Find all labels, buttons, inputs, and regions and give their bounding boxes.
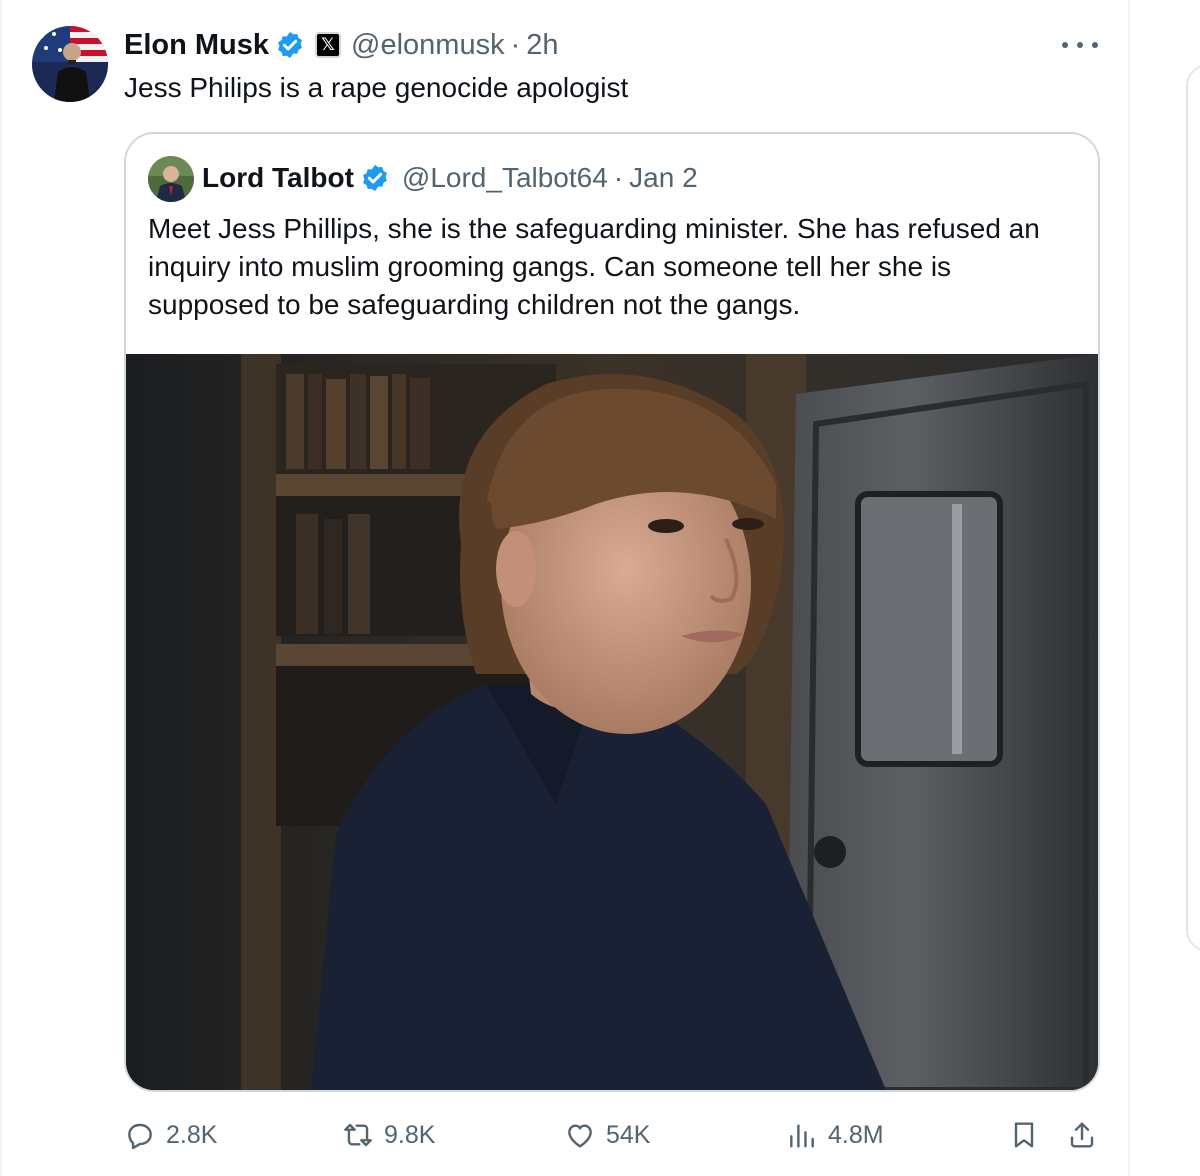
- sidebar-card: [1186, 64, 1200, 952]
- separator-dot: ·: [510, 28, 521, 61]
- tweet-page: Elon Musk 𝕏 @elonmusk · 2h Jess Philips …: [0, 0, 1200, 1176]
- views-button[interactable]: 4.8M: [786, 1112, 884, 1158]
- more-icon[interactable]: [1062, 32, 1098, 58]
- repost-count: 9.8K: [384, 1120, 436, 1149]
- repost-icon: [344, 1123, 372, 1147]
- tweet-text: Jess Philips is a rape genocide apologis…: [124, 72, 629, 103]
- share-button[interactable]: [1066, 1112, 1098, 1158]
- quoted-author-name[interactable]: Lord Talbot: [202, 162, 354, 194]
- reply-button[interactable]: 2.8K: [124, 1112, 217, 1158]
- quoted-author-row: Lord Talbot @Lord_Talbot64 · Jan 2: [202, 158, 698, 198]
- author-name[interactable]: Elon Musk: [124, 29, 269, 62]
- separator-dot: ·: [613, 162, 624, 193]
- author-avatar[interactable]: [32, 26, 108, 102]
- bookmark-icon: [1014, 1122, 1034, 1148]
- reply-count: 2.8K: [166, 1120, 218, 1149]
- like-icon: [568, 1124, 592, 1148]
- like-count: 54K: [606, 1120, 651, 1149]
- quoted-author-handle[interactable]: @Lord_Talbot64: [402, 162, 608, 194]
- tweet-action-bar: 2.8K 9.8K 54K 4.8M: [0, 1112, 1128, 1158]
- quoted-tweet-image[interactable]: [126, 354, 1098, 1090]
- author-handle[interactable]: @elonmusk: [351, 29, 505, 62]
- verified-icon: [360, 163, 390, 193]
- quoted-author-avatar[interactable]: [148, 156, 194, 202]
- quoted-tweet-text: Meet Jess Phillips, she is the safeguard…: [148, 213, 1040, 320]
- reply-icon: [128, 1123, 152, 1150]
- author-row: Elon Musk 𝕏 @elonmusk · 2h: [124, 24, 559, 66]
- views-count: 4.8M: [828, 1120, 884, 1149]
- views-icon: [790, 1124, 814, 1148]
- like-button[interactable]: 54K: [564, 1112, 650, 1158]
- verified-icon: [275, 30, 305, 60]
- quoted-date[interactable]: Jan 2: [629, 162, 698, 194]
- column-border-right: [1128, 0, 1130, 1176]
- x-logo-icon[interactable]: 𝕏: [315, 32, 342, 58]
- bookmark-button[interactable]: [1008, 1112, 1040, 1158]
- quoted-tweet-card[interactable]: Lord Talbot @Lord_Talbot64 · Jan 2 Meet …: [124, 132, 1100, 1092]
- tweet-time[interactable]: 2h: [526, 29, 558, 62]
- share-icon: [1070, 1122, 1094, 1148]
- column-border-left: [0, 0, 2, 1176]
- repost-button[interactable]: 9.8K: [342, 1112, 435, 1158]
